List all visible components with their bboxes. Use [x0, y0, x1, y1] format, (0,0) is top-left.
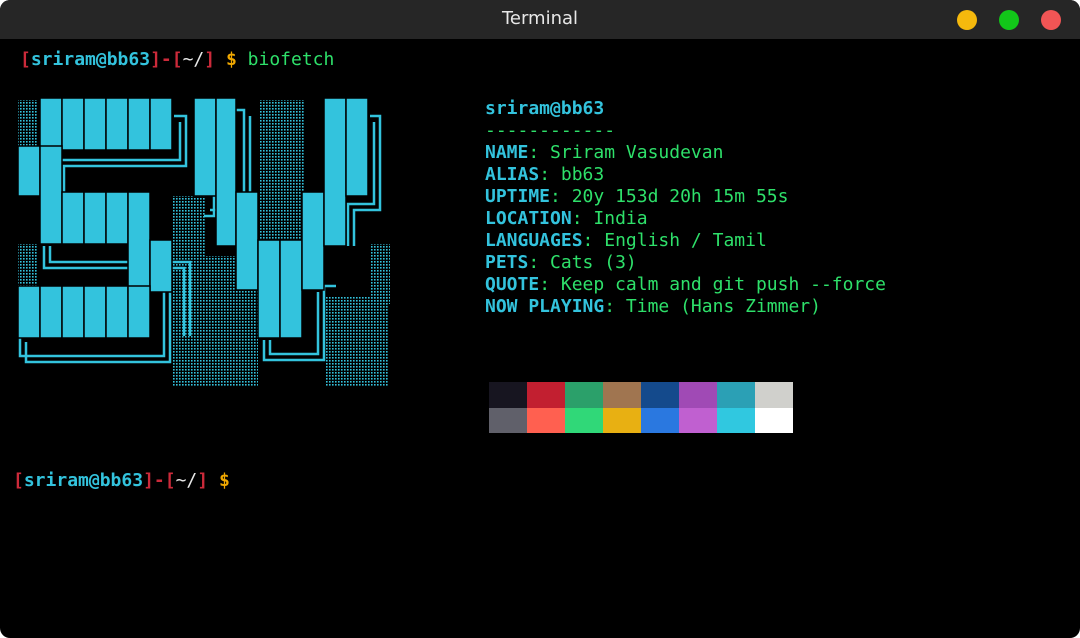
prompt-bracket: ]-[: [143, 470, 176, 491]
info-row: NAME: Sriram Vasudevan: [485, 142, 886, 164]
palette-swatch: [717, 407, 755, 433]
info-key: NOW PLAYING: [485, 296, 605, 317]
info-key: LOCATION: [485, 208, 572, 229]
info-value: Cats (3): [550, 252, 637, 273]
info-colon: :: [539, 164, 561, 185]
title-bar[interactable]: Terminal: [0, 0, 1080, 39]
info-value: Sriram Vasudevan: [550, 142, 724, 163]
palette-row-normal: [489, 382, 793, 408]
palette-swatch: [641, 382, 679, 408]
palette-swatch: [527, 407, 565, 433]
command-prompt-line[interactable]: [sriram@bb63]-[~/] $: [13, 470, 230, 492]
palette-swatch: [603, 382, 641, 408]
palette-swatch: [603, 407, 641, 433]
prompt-bracket: [: [13, 470, 24, 491]
close-button[interactable]: [1041, 10, 1061, 30]
prompt-symbol: $: [225, 49, 237, 70]
info-colon: :: [528, 252, 551, 273]
info-value: Time (Hans Zimmer): [625, 296, 821, 317]
prompt-bracket: [: [20, 49, 31, 70]
prompt-symbol: $: [218, 470, 230, 491]
prompt-bracket: ]: [197, 470, 209, 491]
palette-swatch: [565, 407, 603, 433]
palette-swatch: [755, 407, 793, 433]
info-value: bb63: [560, 164, 605, 185]
prompt-user-host: sriram@bb63: [23, 470, 144, 491]
palette-swatch: [641, 407, 679, 433]
prompt-bracket: ]-[: [150, 49, 183, 70]
color-palette: [489, 382, 793, 433]
info-row: NOW PLAYING: Time (Hans Zimmer): [485, 296, 886, 318]
info-row: UPTIME: 20y 153d 20h 15m 55s: [485, 186, 886, 208]
info-value: India: [593, 208, 648, 229]
info-colon: :: [550, 186, 572, 207]
prompt-bracket: ]: [204, 49, 216, 70]
info-colon: :: [571, 208, 594, 229]
info-colon: :: [604, 296, 626, 317]
sv-ascii-logo-icon: [17, 97, 390, 386]
palette-swatch: [679, 407, 717, 433]
info-key: NAME: [485, 142, 529, 163]
info-row: PETS: Cats (3): [485, 252, 886, 274]
prompt-directory: ~/: [182, 49, 205, 70]
command-prompt-line: [sriram@bb63]-[~/] $ biofetch: [20, 49, 334, 71]
info-key: ALIAS: [485, 164, 540, 185]
maximize-button[interactable]: [999, 10, 1019, 30]
palette-swatch: [755, 382, 793, 408]
info-row: LANGUAGES: English / Tamil: [485, 230, 886, 252]
info-colon: :: [539, 274, 561, 295]
info-key: UPTIME: [485, 186, 551, 207]
system-info-panel: sriram@bb63 ------------ NAME: Sriram Va…: [485, 98, 886, 318]
palette-swatch: [565, 382, 603, 408]
palette-row-bright: [489, 407, 793, 433]
info-colon: :: [528, 142, 551, 163]
palette-swatch: [679, 382, 717, 408]
info-value: Keep calm and git push --force: [560, 274, 886, 295]
prompt-directory: ~/: [175, 470, 198, 491]
info-separator: ------------: [485, 120, 616, 141]
info-value: English / Tamil: [604, 230, 767, 251]
info-row: LOCATION: India: [485, 208, 886, 230]
prompt-user-host: sriram@bb63: [30, 49, 151, 70]
terminal-window: Terminal [sriram@bb63]-[~/] $ biofetch s…: [0, 0, 1080, 638]
palette-swatch: [527, 382, 565, 408]
info-row: ALIAS: bb63: [485, 164, 886, 186]
info-key: QUOTE: [485, 274, 540, 295]
palette-swatch: [717, 382, 755, 408]
info-key: PETS: [485, 252, 529, 273]
window-title: Terminal: [501, 8, 579, 29]
info-hostname: sriram@bb63: [485, 98, 605, 119]
palette-swatch: [489, 382, 527, 408]
command-text: biofetch: [247, 49, 335, 70]
minimize-button[interactable]: [957, 10, 977, 30]
info-key: LANGUAGES: [485, 230, 583, 251]
info-colon: :: [582, 230, 605, 251]
info-value: 20y 153d 20h 15m 55s: [571, 186, 789, 207]
info-row: QUOTE: Keep calm and git push --force: [485, 274, 886, 296]
palette-swatch: [489, 407, 527, 433]
